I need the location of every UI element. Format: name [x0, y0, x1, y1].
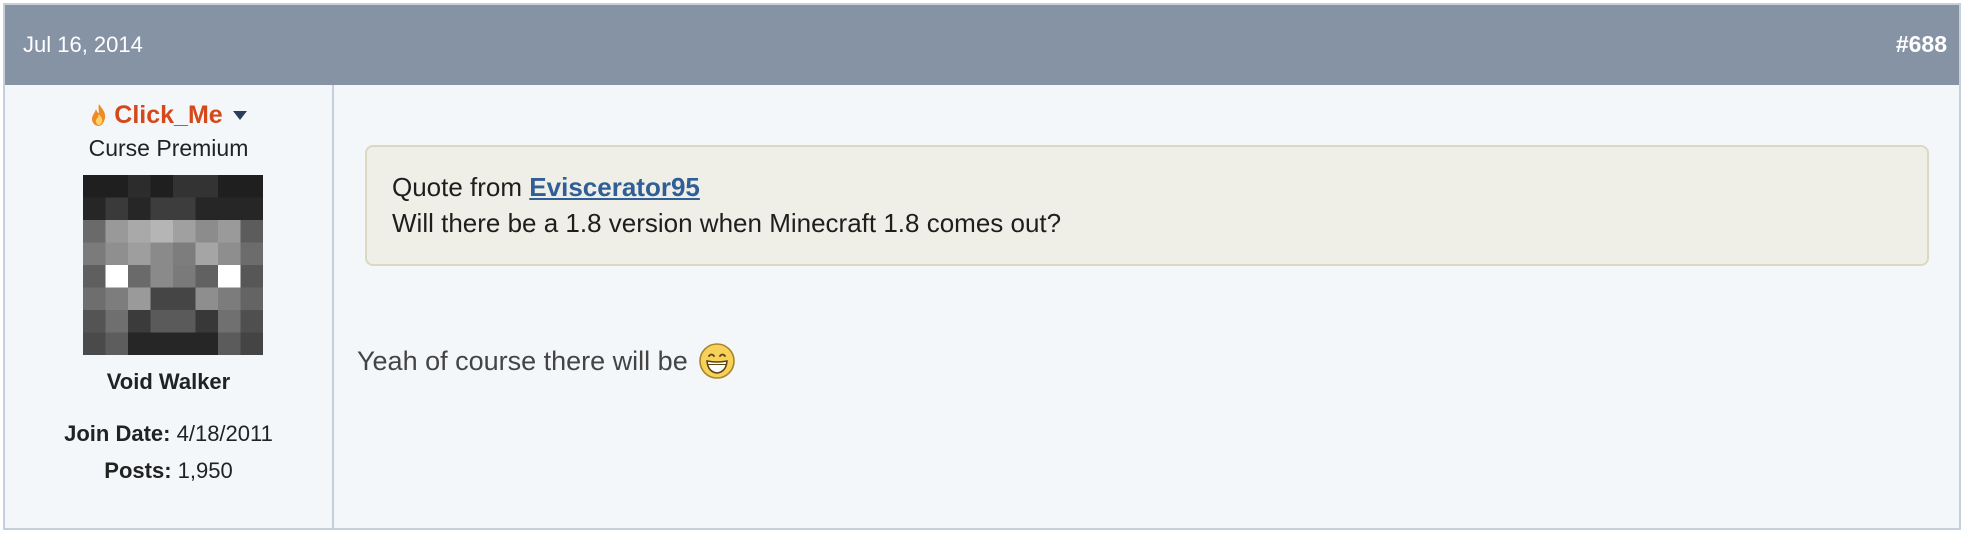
- username-row: Click_Me: [5, 99, 332, 131]
- post-date: Jul 16, 2014: [23, 32, 143, 57]
- post-permalink[interactable]: #688: [1896, 31, 1947, 58]
- user-info-panel: Click_Me Curse Premium Void Walker Join …: [5, 85, 334, 530]
- message-text: Yeah of course there will be: [357, 345, 688, 376]
- chevron-down-icon[interactable]: [232, 110, 247, 120]
- avatar[interactable]: [83, 175, 263, 355]
- quote-text: Will there be a 1.8 version when Minecra…: [392, 208, 1062, 238]
- user-title: Curse Premium: [88, 135, 249, 161]
- quote-author-link[interactable]: Eviscerator95: [529, 172, 700, 202]
- quote-block: Quote from Eviscerator95 Will there be a…: [365, 145, 1929, 266]
- join-date-label: Join Date:: [64, 421, 171, 446]
- quote-prefix: Quote from: [392, 172, 523, 202]
- post-header: Jul 16, 2014 #688: [5, 5, 1959, 85]
- join-date: Join Date: 4/18/2011: [5, 421, 332, 447]
- grinning-smiley-icon: [698, 342, 736, 380]
- user-rank: Void Walker: [106, 369, 231, 394]
- quote-attribution: Quote from Eviscerator95: [392, 172, 700, 203]
- post-count: Posts: 1,950: [5, 458, 332, 484]
- username-link[interactable]: Click_Me: [114, 101, 222, 130]
- flame-icon: [90, 103, 108, 127]
- post-count-label: Posts:: [104, 458, 172, 483]
- post-content: Quote from Eviscerator95 Will there be a…: [334, 85, 1959, 530]
- post-message: Yeah of course there will be: [357, 342, 736, 380]
- post-count-value: 1,950: [177, 458, 233, 483]
- forum-post: Jul 16, 2014 #688 Click_Me Curse Premium: [3, 3, 1961, 530]
- join-date-value: 4/18/2011: [176, 421, 273, 446]
